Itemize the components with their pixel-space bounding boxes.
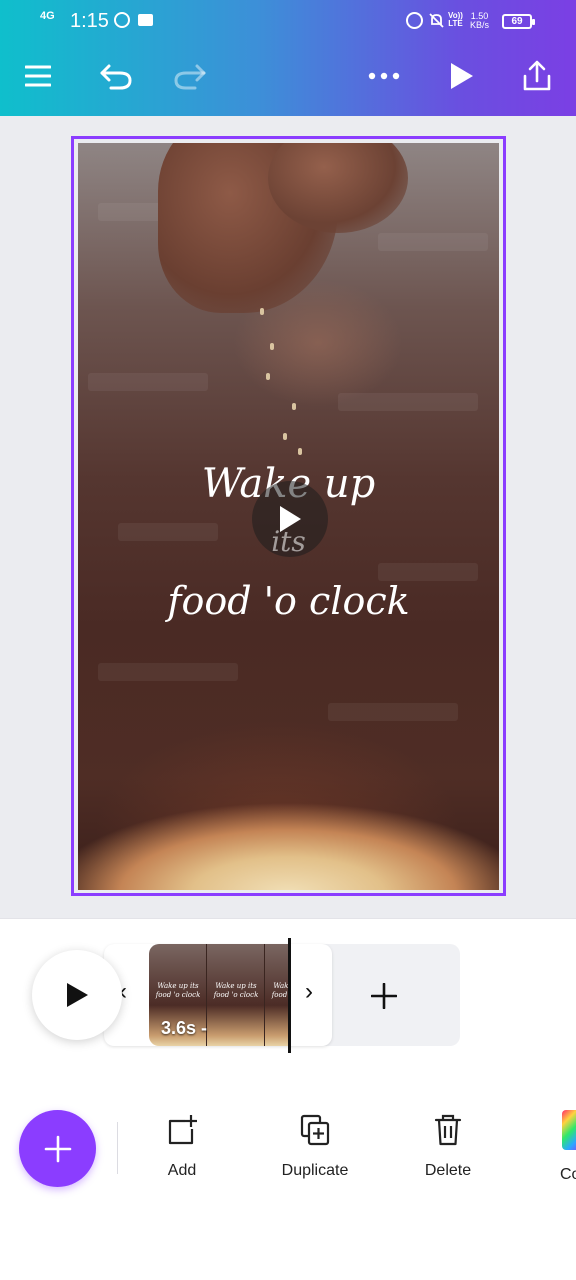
network-speed: 1.50 KB/s [470, 11, 490, 30]
design-text-line-2[interactable]: its [78, 525, 499, 558]
play-icon [67, 983, 88, 1007]
add-button[interactable]: Add [127, 1108, 237, 1188]
plus-icon [371, 983, 397, 1009]
play-icon [451, 63, 473, 89]
mute-icon [429, 13, 444, 28]
network-indicator: 4G [40, 10, 55, 22]
add-page-button[interactable] [362, 974, 406, 1018]
redo-button[interactable] [170, 56, 210, 96]
clip-thumbnail: Wake up its food 'o clock [265, 944, 289, 1046]
mail-icon [138, 14, 153, 26]
undo-icon [100, 64, 132, 90]
trash-icon [434, 1114, 462, 1146]
playhead[interactable] [288, 938, 291, 1053]
status-time: 1:15 [70, 10, 109, 32]
toolbar-divider [117, 1122, 118, 1174]
more-button[interactable] [364, 56, 404, 96]
plus-icon [44, 1135, 71, 1162]
whatsapp-icon [114, 12, 130, 28]
redo-icon [174, 64, 206, 90]
undo-button[interactable] [96, 56, 136, 96]
menu-icon [25, 65, 51, 87]
alarm-icon [406, 12, 423, 29]
design-text-line-3[interactable]: food 'o clock [78, 579, 499, 623]
present-button[interactable] [442, 56, 482, 96]
delete-button[interactable]: Delete [393, 1108, 503, 1188]
duplicate-label: Duplicate [281, 1162, 349, 1179]
battery-indicator: 69 [502, 14, 535, 29]
menu-button[interactable] [18, 56, 58, 96]
volte-indicator: Vo)) LTE [448, 11, 463, 28]
add-element-button[interactable] [19, 1110, 96, 1187]
add-page-icon [168, 1115, 197, 1145]
duplicate-icon [300, 1114, 330, 1146]
color-button[interactable]: Co [560, 1108, 576, 1188]
clip-thumbnail: Wake up its food 'o clock [207, 944, 265, 1046]
top-app-bar: 4G 1:15 Vo)) LTE 1.50 KB/s 69 [0, 0, 576, 116]
share-button[interactable] [517, 56, 557, 96]
more-icon [368, 72, 400, 80]
color-palette-icon [562, 1110, 576, 1150]
pasta-image [78, 783, 499, 890]
share-icon [523, 60, 551, 91]
trim-handle-right[interactable]: › [305, 978, 313, 1006]
video-page[interactable]: Wake up its food 'o clock [78, 143, 499, 890]
add-label: Add [167, 1162, 197, 1179]
timeline-play-button[interactable] [32, 950, 122, 1040]
duplicate-button[interactable]: Duplicate [260, 1108, 370, 1188]
color-label: Co [560, 1166, 576, 1183]
clip-duration: 3.6s - [161, 1018, 208, 1038]
status-bar: 4G 1:15 Vo)) LTE 1.50 KB/s 69 [0, 0, 576, 44]
delete-label: Delete [424, 1162, 472, 1179]
